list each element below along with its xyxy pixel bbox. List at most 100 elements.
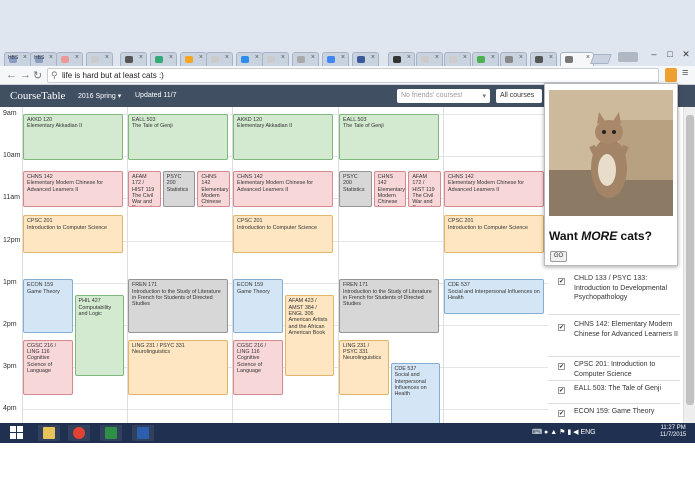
forward-icon[interactable]: → — [20, 69, 31, 81]
course-block[interactable]: PHIL 427 Computability and Logic — [74, 295, 124, 376]
course-block[interactable]: AKKD 120 Elementary Akkadian II — [23, 114, 123, 161]
course-list-item[interactable]: ✔ CHLD 133 / PSYC 133: Introduction to De… — [548, 266, 680, 315]
browser-tab[interactable]: × — [56, 52, 83, 66]
course-list-item[interactable]: ✔ EALL 503: The Tale of Genji — [548, 381, 680, 404]
brand-logo[interactable]: CourseTable — [10, 90, 65, 102]
close-tab-icon[interactable]: × — [225, 54, 229, 61]
course-checkbox[interactable]: ✔ — [558, 410, 565, 417]
close-tab-icon[interactable]: × — [463, 54, 467, 61]
close-tab-icon[interactable]: × — [75, 54, 79, 61]
course-block[interactable]: EALL 503 The Tale of Genji — [128, 114, 228, 161]
all-courses-button[interactable]: All courses — [496, 89, 542, 103]
browser-tab[interactable]: × — [388, 52, 415, 66]
friends-select[interactable]: No friends' courses! ▾ — [397, 89, 490, 103]
course-checkbox[interactable]: ✔ — [558, 363, 565, 370]
browser-tab[interactable]: × — [236, 52, 263, 66]
course-block[interactable]: ECON 159 Game Theory — [233, 279, 283, 334]
close-tab-icon[interactable]: × — [139, 54, 143, 61]
reload-icon[interactable]: ↻ — [33, 69, 42, 82]
store-icon[interactable] — [100, 425, 122, 441]
address-input[interactable]: ⚲ life is hard but at least cats :) — [47, 68, 659, 83]
browser-tab[interactable]: × — [500, 52, 527, 66]
close-tab-icon[interactable]: × — [341, 54, 345, 61]
clock[interactable]: 11:27 PM 11/7/2015 — [660, 425, 686, 439]
browser-tab[interactable]: × — [206, 52, 233, 66]
chrome-icon[interactable] — [68, 425, 90, 441]
go-button[interactable]: GO — [550, 251, 567, 262]
course-block[interactable]: FREN 171 Introduction to the Study of Lit… — [339, 279, 439, 334]
close-tab-icon[interactable]: × — [311, 54, 315, 61]
new-tab-button[interactable] — [590, 54, 612, 64]
course-block[interactable]: AFAM 423 / AMST 384 / ENGL 306 American A… — [284, 295, 334, 376]
close-window-button[interactable]: ✕ — [678, 49, 694, 60]
course-block[interactable]: ECON 159 Game Theory — [23, 279, 73, 334]
close-tab-icon[interactable]: × — [519, 54, 523, 61]
course-block[interactable]: CHNS 142Elementary Modern Chinese for Ad… — [197, 170, 230, 207]
browser-tab[interactable]: × — [530, 52, 557, 66]
browser-tab[interactable]: × — [180, 52, 207, 66]
course-list-item[interactable]: ✔ CPSC 201: Introduction to Computer Scie… — [548, 357, 680, 381]
browser-tab[interactable]: × — [416, 52, 443, 66]
close-tab-icon[interactable]: × — [49, 54, 53, 61]
profile-button[interactable] — [618, 52, 638, 62]
close-tab-icon[interactable]: × — [371, 54, 375, 61]
close-tab-icon[interactable]: × — [491, 54, 495, 61]
close-tab-icon[interactable]: × — [199, 54, 203, 61]
browser-tab[interactable]: × — [150, 52, 177, 66]
course-block[interactable]: LING 231 / PSYC 331 Neurolinguistics — [339, 339, 389, 395]
language-indicator[interactable]: ENG — [580, 429, 595, 436]
course-list-item[interactable]: ✔ CHNS 142: Elementary Modern Chinese for… — [548, 315, 680, 357]
course-block[interactable]: CHNS 142Elementary Modern Chinese for Ad… — [23, 170, 123, 207]
course-block[interactable]: CPSC 201 Introduction to Computer Science — [233, 215, 333, 254]
browser-tab[interactable]: × — [262, 52, 289, 66]
course-block[interactable]: CPSC 201 Introduction to Computer Science — [23, 215, 123, 254]
browser-tab[interactable]: × — [120, 52, 147, 66]
course-block[interactable]: CHNS 142Elementary Modern Chinese for Ad… — [233, 170, 333, 207]
browser-tab[interactable]: × — [472, 52, 499, 66]
course-block[interactable]: CHNS 142Elementary Modern Chinese for Ad… — [444, 170, 544, 207]
scrollbar-thumb[interactable] — [686, 115, 694, 405]
close-tab-icon[interactable]: × — [105, 54, 109, 61]
file-explorer-icon[interactable] — [38, 425, 60, 441]
close-tab-icon[interactable]: × — [169, 54, 173, 61]
course-block[interactable]: CPSC 201 Introduction to Computer Science — [444, 215, 544, 254]
term-selector[interactable]: 2016 Spring ▾ — [78, 92, 121, 100]
minimize-button[interactable]: – — [646, 49, 662, 59]
course-block[interactable]: PSYC 200 Statistics — [162, 170, 196, 207]
course-checkbox[interactable]: ✔ — [558, 324, 565, 331]
course-block[interactable]: FREN 171 Introduction to the Study of Lit… — [128, 279, 228, 334]
menu-icon[interactable]: ≡ — [682, 67, 688, 79]
close-tab-icon[interactable]: × — [586, 54, 590, 61]
maximize-button[interactable]: □ — [662, 49, 678, 59]
browser-tab[interactable]: × — [322, 52, 349, 66]
course-block[interactable]: CDE 537 Social and Interpersonal Influenc… — [390, 362, 440, 423]
browser-tab[interactable]: × — [292, 52, 319, 66]
close-tab-icon[interactable]: × — [23, 54, 27, 61]
browser-tab[interactable]: × — [86, 52, 113, 66]
course-block[interactable]: AKKD 120 Elementary Akkadian II — [233, 114, 333, 161]
course-checkbox[interactable]: ✔ — [558, 278, 565, 285]
course-block[interactable]: AFAM 172 / HIST 119The Civil War and Rec… — [408, 170, 441, 207]
scrollbar[interactable] — [683, 107, 695, 423]
browser-tab[interactable]: HBS × — [4, 52, 31, 66]
course-block[interactable]: LING 231 / PSYC 331 Neurolinguistics — [128, 339, 228, 395]
close-tab-icon[interactable]: × — [255, 54, 259, 61]
browser-tab[interactable]: × — [444, 52, 471, 66]
windows-start-icon[interactable] — [6, 425, 28, 441]
back-icon[interactable]: ← — [6, 69, 17, 81]
course-checkbox[interactable]: ✔ — [558, 387, 565, 394]
course-block[interactable]: CHNS 142Elementary Modern Chinese for Ad… — [373, 170, 407, 207]
browser-tab[interactable]: × — [352, 52, 379, 66]
course-block[interactable]: EALL 503 The Tale of Genji — [339, 114, 439, 161]
word-icon[interactable] — [132, 425, 154, 441]
course-block[interactable]: PSYC 200 Statistics — [339, 170, 372, 207]
close-tab-icon[interactable]: × — [281, 54, 285, 61]
extension-icon[interactable] — [665, 68, 677, 82]
course-block[interactable]: CGSC 216 / LING 116 Cognitive Science of … — [233, 339, 283, 395]
course-block[interactable]: AFAM 172 / HIST 119The Civil War and Rec… — [128, 170, 161, 207]
close-tab-icon[interactable]: × — [435, 54, 439, 61]
close-tab-icon[interactable]: × — [407, 54, 411, 61]
close-tab-icon[interactable]: × — [549, 54, 553, 61]
course-block[interactable]: CDE 537 Social and Interpersonal Influenc… — [444, 279, 544, 315]
course-block[interactable]: CGSC 216 / LING 116 Cognitive Science of … — [23, 339, 73, 395]
